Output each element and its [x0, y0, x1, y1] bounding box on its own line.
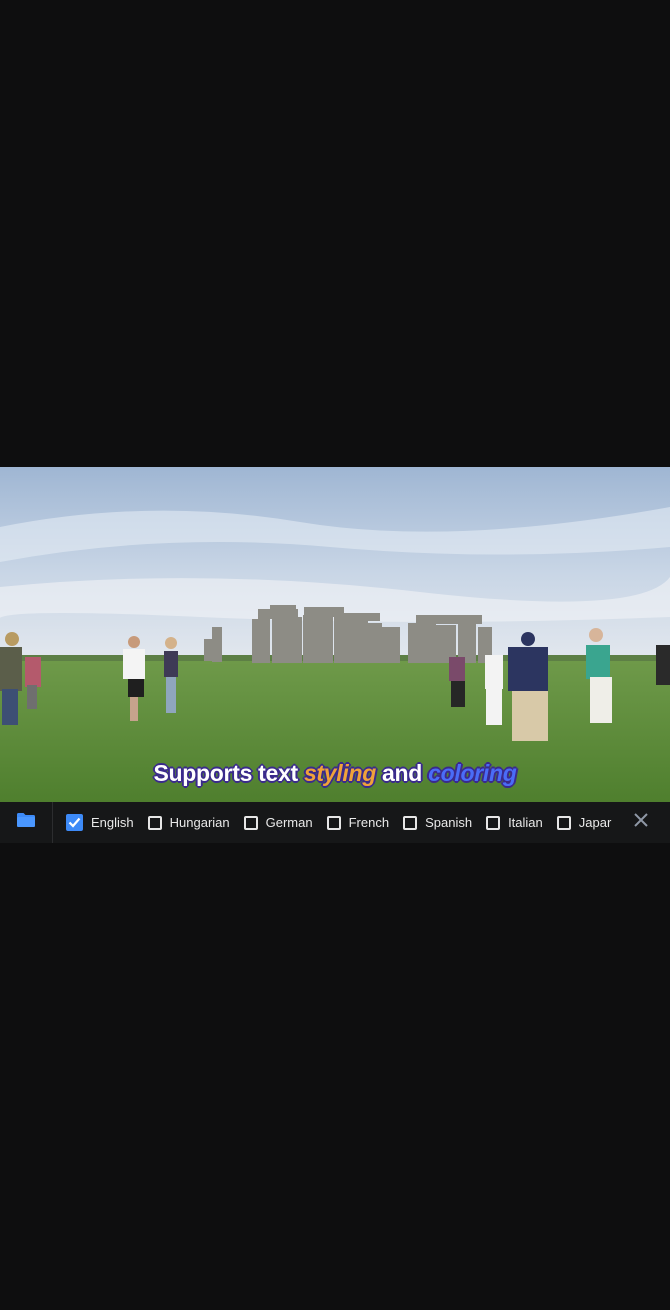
subtitle-language-toolbar: English Hungarian German French Spanish …	[0, 802, 670, 843]
checkbox-icon[interactable]	[243, 815, 258, 830]
checkbox-icon[interactable]	[486, 815, 501, 830]
language-option-spanish[interactable]: Spanish	[403, 815, 472, 830]
language-label: Japar	[578, 815, 612, 830]
subtitle-text-colored: coloring	[428, 760, 517, 786]
language-label: Hungarian	[169, 815, 230, 830]
checkbox-icon[interactable]	[326, 815, 341, 830]
checkbox-checked-icon[interactable]	[66, 814, 83, 831]
language-list: English Hungarian German French Spanish …	[53, 802, 612, 843]
language-label: English	[91, 815, 134, 830]
language-label: German	[265, 815, 313, 830]
language-label: Italian	[508, 815, 543, 830]
video-frame[interactable]: Supports text styling and coloring	[0, 467, 670, 802]
subtitle-text-plain-2: and	[375, 760, 429, 786]
subtitle-text-styled: styling	[303, 760, 376, 786]
close-icon	[633, 812, 649, 833]
close-button[interactable]	[612, 802, 670, 843]
checkbox-icon[interactable]	[147, 815, 162, 830]
folder-icon	[16, 812, 36, 833]
app-screen: Supports text styling and coloring Engli…	[0, 0, 670, 1310]
subtitle-caption: Supports text styling and coloring	[0, 760, 670, 787]
language-option-german[interactable]: German	[243, 815, 313, 830]
video-image	[0, 467, 670, 802]
language-option-french[interactable]: French	[326, 815, 390, 830]
checkbox-icon[interactable]	[403, 815, 418, 830]
open-folder-button[interactable]	[0, 802, 53, 843]
language-option-hungarian[interactable]: Hungarian	[147, 815, 230, 830]
language-option-english[interactable]: English	[66, 814, 134, 831]
language-label: Spanish	[425, 815, 473, 830]
language-option-japanese[interactable]: Japar	[556, 815, 612, 830]
language-label: French	[348, 815, 390, 830]
checkbox-icon[interactable]	[556, 815, 571, 830]
language-option-italian[interactable]: Italian	[486, 815, 543, 830]
subtitle-text-plain: Supports text	[153, 760, 304, 786]
